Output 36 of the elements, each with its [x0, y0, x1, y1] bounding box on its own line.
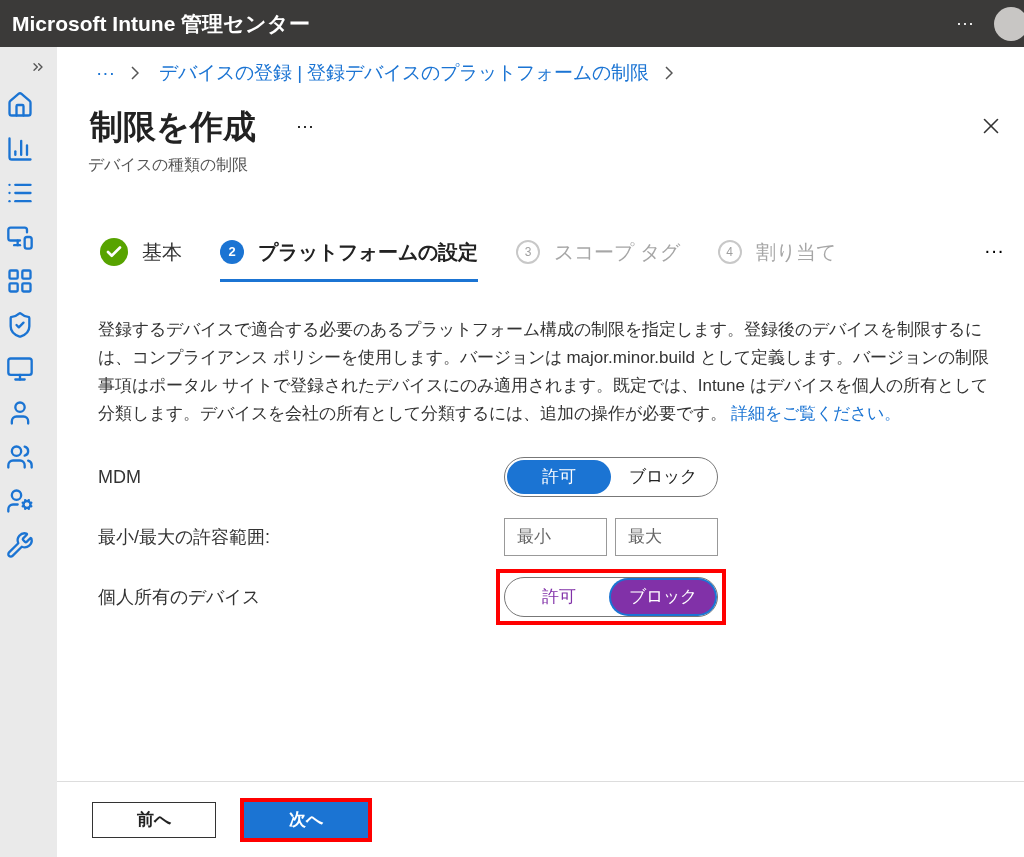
- chevron-right-icon: [131, 66, 139, 81]
- number-field[interactable]: 最大: [615, 518, 718, 556]
- wizard-step[interactable]: 2 プラットフォームの設定: [220, 229, 478, 282]
- users-icon[interactable]: [5, 443, 34, 471]
- next-button[interactable]: 次へ: [244, 801, 368, 838]
- description-text: 登録するデバイスで適合する必要のあるプラットフォーム構成の制限を指定します。登録後のデバイスを制限するには、コンプライアンス ポリシーを使用します。バージョンは major.minor.build として定義します。バージョンの制限事項はポータル サイトで登録されたデバイスにのみ適用されます。既定では、Intune はデバイスを個人の所有として分類します。デバイスを会社の所有として分類するには、追加の操作が必要です。 詳細をご覧ください。: [98, 319, 990, 425]
- user-gear-icon[interactable]: [5, 487, 34, 515]
- page-subtitle: デバイスの種類の制限: [88, 155, 249, 175]
- page-title: 制限を作成: [90, 106, 256, 147]
- setting-label: 最小/最大の許容範囲:: [98, 525, 271, 549]
- toggle-option[interactable]: ブロック: [611, 580, 715, 614]
- tools-icon[interactable]: [5, 531, 34, 559]
- more-button[interactable]: ···: [956, 10, 974, 37]
- app-title: Microsoft Intune 管理センター: [12, 10, 311, 37]
- monitor-icon[interactable]: [5, 355, 34, 383]
- previous-button[interactable]: 前へ: [92, 801, 216, 838]
- avatar-icon[interactable]: [994, 6, 1024, 41]
- more-link[interactable]: ···: [96, 59, 115, 88]
- details-link[interactable]: 詳細をご覧ください。: [731, 404, 901, 423]
- chevron-right-icon: [665, 66, 674, 81]
- more-button[interactable]: ···: [296, 112, 314, 140]
- setting-label: 個人所有のデバイス: [98, 585, 261, 609]
- step-number: 3: [516, 240, 540, 264]
- toggle-option[interactable]: 許可: [507, 580, 611, 614]
- toggle-option[interactable]: ブロック: [611, 460, 715, 494]
- home-icon[interactable]: [5, 91, 34, 119]
- grid-icon[interactable]: [5, 267, 34, 295]
- wizard-step[interactable]: 基本: [100, 229, 182, 282]
- breadcrumb-link[interactable]: デバイスの登録 | 登録デバイスのプラットフォームの制限: [159, 59, 650, 88]
- toggle-option[interactable]: 許可: [507, 460, 611, 494]
- setting-label: MDM: [98, 465, 142, 489]
- chart-icon[interactable]: [5, 135, 34, 163]
- number-field[interactable]: 最小: [504, 518, 607, 556]
- more-button[interactable]: ···: [984, 234, 1004, 277]
- step-number: 2: [220, 240, 244, 264]
- step-number: 4: [717, 240, 742, 264]
